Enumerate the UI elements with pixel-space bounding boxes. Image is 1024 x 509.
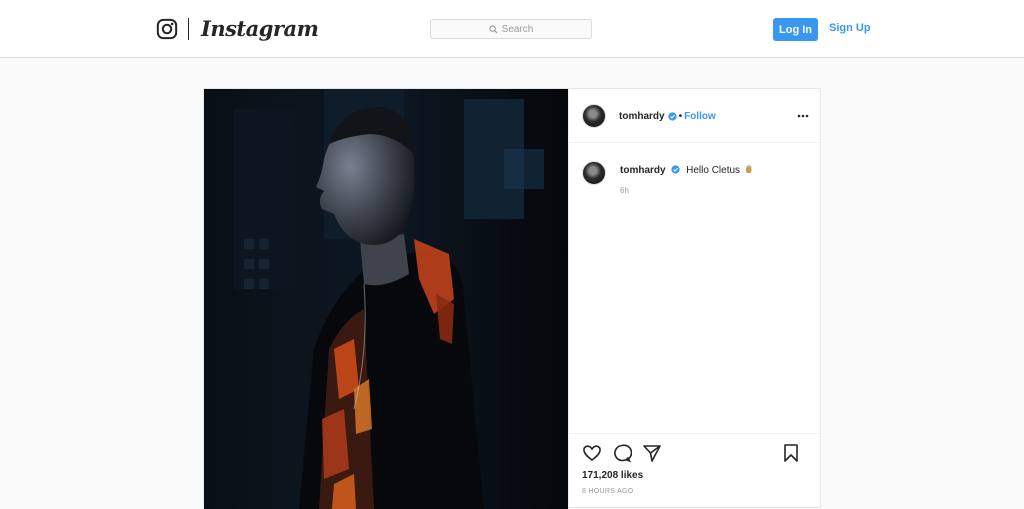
instagram-camera-icon[interactable] xyxy=(156,18,178,40)
brand-divider xyxy=(188,18,189,40)
search-icon xyxy=(489,24,498,33)
heart-icon xyxy=(583,445,601,461)
like-count[interactable]: 171,208 likes xyxy=(582,470,643,481)
hand-emoji-icon xyxy=(745,164,752,173)
author-username[interactable]: tomhardy xyxy=(619,111,665,122)
follow-button[interactable]: Follow xyxy=(684,111,716,122)
caption-timestamp[interactable]: 6h xyxy=(620,186,629,195)
search-placeholder: Search xyxy=(501,23,534,35)
share-icon xyxy=(643,445,661,462)
search-input[interactable]: Search xyxy=(430,19,592,39)
author-avatar[interactable] xyxy=(582,104,606,128)
caption-text-line: tomhardy Hello Cletus xyxy=(620,164,753,176)
header-separator: • xyxy=(678,111,683,122)
caption-text: Hello Cletus xyxy=(686,165,741,176)
post-header: tomhardy • Follow xyxy=(569,89,822,143)
verified-badge-icon xyxy=(671,165,680,174)
post-photo-image xyxy=(204,89,568,509)
bookmark-icon xyxy=(784,444,798,462)
instagram-wordmark[interactable]: Instagram xyxy=(201,17,319,41)
caption-username[interactable]: tomhardy xyxy=(620,165,666,176)
author-line: tomhardy • Follow xyxy=(619,111,716,122)
post-actions: 171,208 likes 8 HOURS AGO xyxy=(569,433,822,495)
share-button[interactable] xyxy=(642,443,662,463)
brand[interactable]: Instagram xyxy=(156,17,319,41)
caption-avatar[interactable] xyxy=(582,161,606,185)
comment-icon xyxy=(614,444,632,463)
more-options-icon[interactable] xyxy=(796,109,810,123)
sign-up-link[interactable]: Sign Up xyxy=(829,22,871,34)
log-in-button[interactable]: Log In xyxy=(773,18,818,41)
verified-badge-icon xyxy=(667,112,677,121)
top-navigation-bar: Instagram Search Log In Sign Up xyxy=(0,0,1024,58)
post-time-ago[interactable]: 8 HOURS AGO xyxy=(582,488,634,495)
post-photo[interactable] xyxy=(204,89,568,509)
post-sidebar: tomhardy • Follow tomhardy Hello Cletus … xyxy=(568,89,822,509)
like-button[interactable] xyxy=(582,443,602,463)
comment-button[interactable] xyxy=(612,443,632,463)
post-card: tomhardy • Follow tomhardy Hello Cletus … xyxy=(203,88,822,509)
save-button[interactable] xyxy=(781,443,801,463)
